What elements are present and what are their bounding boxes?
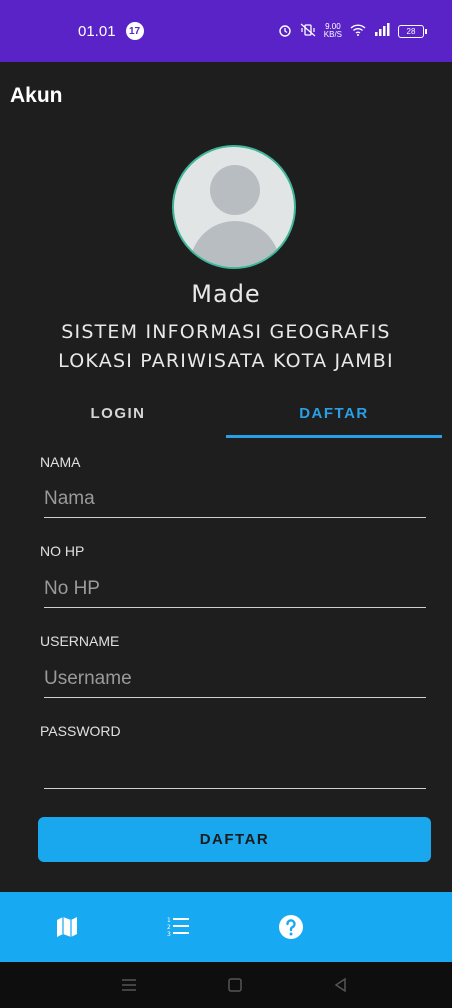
svg-text:1: 1 <box>167 917 171 924</box>
back-button[interactable] <box>330 974 352 996</box>
svg-text:2: 2 <box>167 924 171 931</box>
net-speed: 9.00 KB/S <box>324 23 342 39</box>
tab-login[interactable]: LOGIN <box>10 388 226 438</box>
map-icon <box>57 917 77 937</box>
menu-icon <box>122 979 136 991</box>
avatar <box>172 145 296 269</box>
avatar-head <box>210 165 260 215</box>
avatar-torso <box>190 221 280 267</box>
username-label: USERNAME <box>40 633 120 649</box>
recent-apps-button[interactable] <box>118 974 140 996</box>
nav-item-map[interactable] <box>52 912 82 942</box>
nav-item-help[interactable] <box>276 912 306 942</box>
app-description-line-2: LOKASI PARIWISATA KOTA JAMBI <box>58 350 394 372</box>
nama-label: NAMA <box>40 454 81 470</box>
nohp-input[interactable] <box>44 574 426 608</box>
app-description-line-1: SISTEM INFORMASI GEOGRAFIS <box>61 321 391 343</box>
back-triangle-icon <box>334 977 346 993</box>
status-right: 9.00 KB/S 28 <box>278 23 427 40</box>
home-button[interactable] <box>224 974 246 996</box>
nohp-label: NO HP <box>40 543 85 559</box>
tab-daftar[interactable]: DAFTAR <box>226 388 442 438</box>
alarm-icon <box>278 23 292 40</box>
status-bar: 01.01 17 9.00 KB/S 28 <box>0 0 452 62</box>
auth-tabs: LOGIN DAFTAR <box>10 388 442 438</box>
daftar-button[interactable]: DAFTAR <box>38 817 431 862</box>
battery-level: 28 <box>406 26 416 36</box>
status-time: 01.01 <box>78 22 116 40</box>
system-nav-bar <box>0 962 452 1008</box>
list-icon: 1 2 3 <box>167 917 189 938</box>
signal-icon <box>374 23 390 39</box>
bottom-nav: 1 2 3 <box>0 892 452 962</box>
net-speed-unit: KB/S <box>323 30 342 39</box>
nama-input[interactable] <box>44 484 426 518</box>
password-input[interactable] <box>44 755 426 789</box>
app-description: SISTEM INFORMASI GEOGRAFIS LOKASI PARIWI… <box>0 318 452 376</box>
help-icon <box>279 915 303 939</box>
username-input[interactable] <box>44 664 426 698</box>
svg-text:3: 3 <box>167 931 171 938</box>
page-title: Akun <box>10 84 63 107</box>
wifi-icon <box>350 23 366 39</box>
notification-badge: 17 <box>125 22 144 40</box>
user-name: Made <box>191 280 261 308</box>
vibrate-mute-icon <box>300 23 316 40</box>
battery-icon: 28 <box>398 24 427 38</box>
nav-item-list[interactable]: 1 2 3 <box>163 912 193 942</box>
status-left: 01.01 17 <box>78 22 144 40</box>
home-square-icon <box>228 978 242 992</box>
password-label: PASSWORD <box>40 723 121 739</box>
